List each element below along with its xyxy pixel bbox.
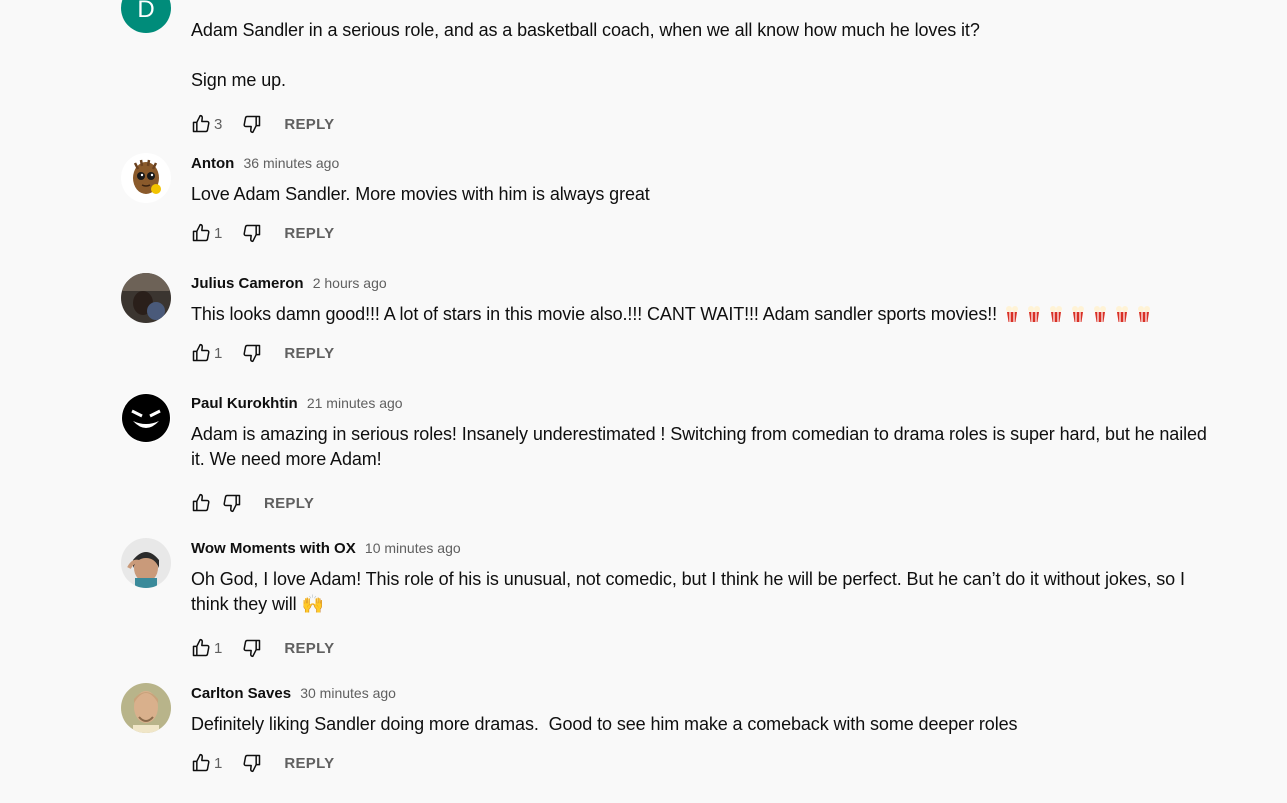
dislike-button[interactable] [234,215,270,251]
comment-time[interactable]: 10 minutes ago [365,540,461,556]
comment-time[interactable]: 21 minutes ago [307,395,403,411]
comment-author[interactable]: Carlton Saves [191,685,291,702]
thumbs-down-icon [243,754,261,773]
comment-author[interactable]: Julius Cameron [191,275,304,292]
popcorn-icon [1006,306,1019,322]
popcorn-icon [1138,306,1151,322]
comment-body: Wow Moments with OX 10 minutes ago Oh Go… [191,538,1221,666]
thumbs-down-icon [223,494,241,513]
popcorn-icon [1028,306,1041,322]
reply-button[interactable]: REPLY [264,495,314,512]
thumbs-down-icon [243,639,261,658]
avatar[interactable] [121,393,171,443]
popcorn-icon [1094,306,1107,322]
comment-actions: 1 REPLY [183,215,1221,251]
thumbs-up-icon [192,753,210,772]
reply-button[interactable]: REPLY [284,755,334,772]
thumbs-up-icon [192,343,210,362]
comments-section: D Adam Sandler in a serious role, and as… [0,0,1287,803]
comment-text: Definitely liking Sandler doing more dra… [191,714,1018,734]
comment-body: Paul Kurokhtin 21 minutes ago Adam is am… [191,393,1221,521]
photo-avatar-icon [121,538,171,588]
comment-actions: 3 REPLY [183,106,1221,142]
popcorn-icon [1072,306,1085,322]
comment-header: Anton 36 minutes ago [191,153,1221,173]
dislike-button[interactable] [234,106,270,142]
comment-text: Adam Sandler in a serious role, and as a… [191,20,980,90]
comment-actions: 1 REPLY [183,630,1221,666]
comment-header: Carlton Saves 30 minutes ago [191,683,1221,703]
thumbs-down-icon [243,224,261,243]
grin-face-avatar-icon [121,393,171,443]
thumbs-down-icon [243,344,261,363]
dislike-button[interactable] [234,335,270,371]
thumbs-down-icon [243,115,261,134]
thumbs-up-icon [192,638,210,657]
comment-time[interactable]: 36 minutes ago [244,155,340,171]
avatar-letter: D [137,0,154,23]
comment-text: This looks damn good!!! A lot of stars i… [191,302,1221,327]
comment-author[interactable]: Anton [191,155,234,172]
comment-text: Love Adam Sandler. More movies with him … [191,184,650,204]
comment-body: Julius Cameron 2 hours ago This looks da… [191,273,1221,371]
comment-text-content: This looks damn good!!! A lot of stars i… [191,304,998,324]
reply-button[interactable]: REPLY [284,116,334,133]
avatar[interactable] [121,538,171,588]
thumbs-up-icon [192,493,210,512]
comment-actions: REPLY [183,485,1221,521]
comment-body: Adam Sandler in a serious role, and as a… [191,0,1221,142]
photo-avatar-icon [121,273,171,323]
comment-text: Adam is amazing in serious roles! Insane… [191,424,1207,469]
thumbs-up-icon [192,114,210,133]
comment-header: Julius Cameron 2 hours ago [191,273,1221,293]
avatar[interactable] [121,683,171,733]
like-count: 1 [214,754,223,772]
comment-time[interactable]: 30 minutes ago [300,685,396,701]
like-count: 1 [214,639,223,657]
like-count: 3 [214,115,223,133]
letter-avatar-icon: D [121,0,171,33]
dislike-button[interactable] [234,630,270,666]
comment-text: Oh God, I love Adam! This role of his is… [191,569,1185,614]
popcorn-icon [1116,306,1129,322]
like-count: 1 [214,344,223,362]
dislike-button[interactable] [214,485,250,521]
reply-button[interactable]: REPLY [284,225,334,242]
reply-button[interactable]: REPLY [284,345,334,362]
comment-author[interactable]: Wow Moments with OX [191,540,356,557]
comment-body: Anton 36 minutes ago Love Adam Sandler. … [191,153,1221,251]
popcorn-emoji-group [1001,304,1155,324]
comment-body: Carlton Saves 30 minutes ago Definitely … [191,683,1221,781]
thumbs-up-icon [192,223,210,242]
comment-actions: 1 REPLY [183,335,1221,371]
avatar[interactable] [121,273,171,323]
groot-avatar-icon [121,153,171,203]
comment-time[interactable]: 2 hours ago [313,275,387,291]
dislike-button[interactable] [234,745,270,781]
comment-header: Wow Moments with OX 10 minutes ago [191,538,1221,558]
comment-author[interactable]: Paul Kurokhtin [191,395,298,412]
portrait-avatar-icon [121,683,171,733]
comment-header: Paul Kurokhtin 21 minutes ago [191,393,1221,413]
avatar[interactable]: D [121,0,171,33]
like-count: 1 [214,224,223,242]
reply-button[interactable]: REPLY [284,640,334,657]
comment-header [191,0,1221,3]
popcorn-icon [1050,306,1063,322]
avatar[interactable] [121,153,171,203]
comment-actions: 1 REPLY [183,745,1221,781]
